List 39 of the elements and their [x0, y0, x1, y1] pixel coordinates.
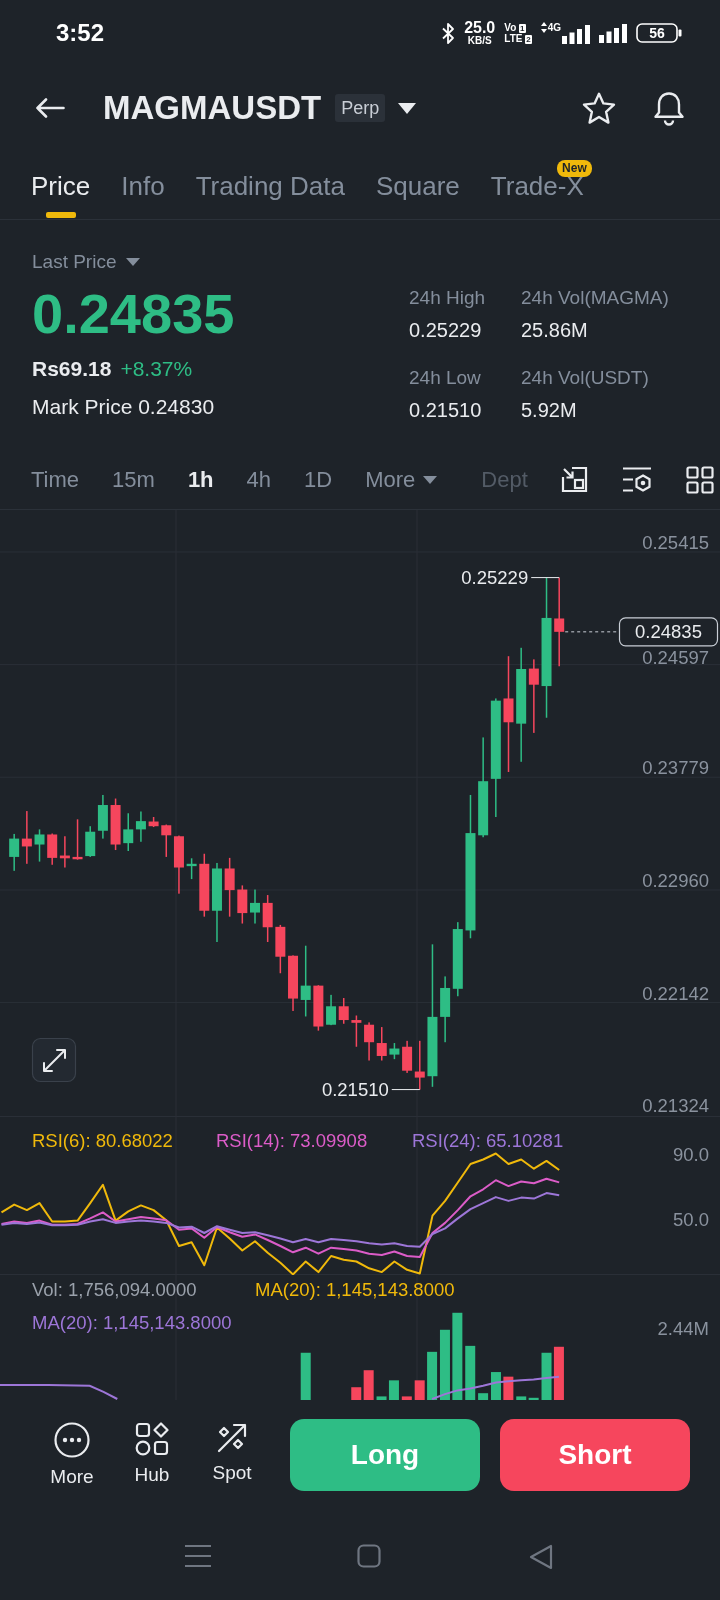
indicator-legend: RSI(14): 73.09908	[216, 1130, 368, 1151]
volte-indicator: Vo 1 LTE 2	[504, 22, 532, 44]
stat-label: 24h Vol(MAGMA)	[521, 286, 669, 310]
contract-badge: Perp	[335, 94, 386, 122]
price-axis-label: 0.25415	[642, 532, 709, 553]
price-axis-label: 0.22142	[642, 982, 709, 1004]
low-price-label: 0.21510	[321, 1079, 389, 1101]
price-change: +8.37%	[120, 356, 193, 382]
indicator-legend: Vol: 1,756,094.0000	[32, 1279, 197, 1300]
indicator-legend: MA(20): 1,145,143.8000	[32, 1312, 232, 1333]
fiat-price: Rs69.18	[32, 356, 112, 382]
indicator-legend: RSI(6): 80.68022	[32, 1130, 173, 1151]
stat-value: 25.86M	[521, 318, 589, 342]
price-axis-label: 0.21324	[642, 1095, 709, 1116]
stat-value: 0.21510	[409, 398, 483, 422]
rsi-axis-label: 90.0	[673, 1144, 709, 1166]
stat-label: 24h Vol(USDT)	[521, 366, 650, 390]
battery-indicator: 56	[636, 23, 682, 43]
stat-label: 24h High	[409, 286, 487, 310]
stat-label: 24h Low	[409, 366, 482, 390]
high-price-label: 0.25229	[461, 567, 529, 589]
rsi-axis-label: 50.0	[673, 1209, 709, 1231]
stat-value: 5.92M	[521, 398, 578, 422]
network-type: 4G	[547, 22, 561, 33]
network-speed: 25.0	[464, 20, 496, 35]
indicator-legend: MA(20): 1,145,143.8000	[255, 1279, 455, 1300]
price-axis-label: 0.22960	[642, 869, 709, 891]
stat-value: 0.25229	[409, 318, 483, 342]
mark-price: Mark Price 0.24830	[32, 394, 216, 420]
network-speed-unit: KB/S	[467, 35, 492, 46]
clock-time: 3:52	[56, 19, 105, 47]
last-price: 0.24835	[32, 286, 236, 342]
price-axis-label: 0.23779	[642, 757, 709, 779]
current-price-tag: 0.24835	[618, 617, 719, 647]
pair-title: MAGMAUSDT	[103, 88, 322, 128]
volume-axis-label: 2.44M	[657, 1318, 709, 1339]
price-axis-label: 0.24597	[642, 646, 709, 668]
new-badge: New	[557, 160, 592, 177]
indicator-legend: RSI(24): 65.10281	[412, 1130, 564, 1151]
